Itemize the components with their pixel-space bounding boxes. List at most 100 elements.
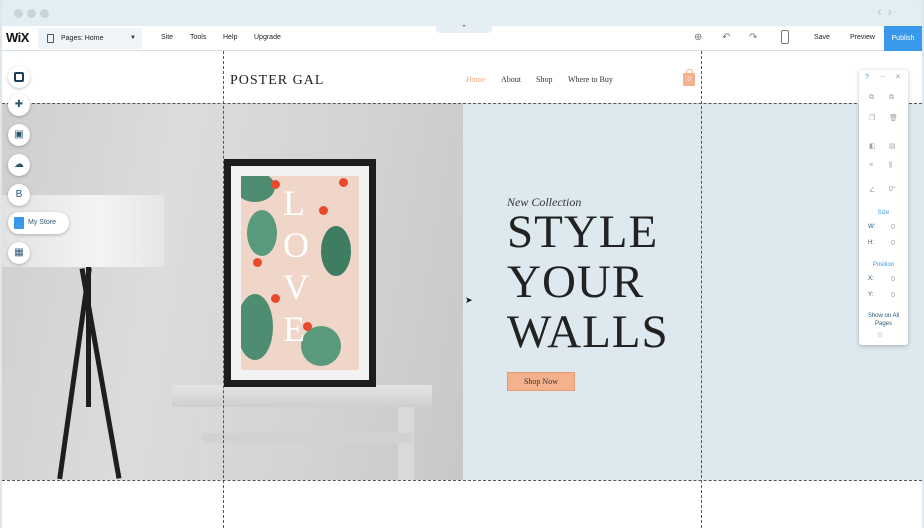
poster-letter: O (283, 225, 309, 265)
arrange-icon[interactable]: ◧ (869, 142, 876, 150)
menu-site[interactable]: Site (161, 34, 173, 41)
hero-headline-line[interactable]: STYLE (507, 207, 658, 257)
my-store-button[interactable]: My Store (8, 212, 69, 234)
paste-icon[interactable]: ⧉ (889, 94, 894, 102)
page-icon (47, 34, 54, 43)
background-button[interactable] (8, 66, 30, 88)
position-label: Position (872, 262, 895, 268)
width-label: W: (868, 224, 876, 230)
zoom-icon[interactable]: ⊕ (694, 32, 702, 43)
stool-leg (398, 407, 414, 480)
lamp-leg (86, 267, 91, 407)
stool-top (172, 385, 432, 407)
hero-headline-line[interactable]: WALLS (507, 307, 669, 357)
distribute-icon[interactable]: ⫼ (889, 162, 892, 170)
width-field[interactable]: 0 (891, 224, 895, 231)
y-label: Y: (868, 292, 874, 298)
save-button[interactable]: Save (814, 34, 830, 41)
group-icon[interactable]: ▤ (889, 142, 896, 150)
plus-icon: ✚ (14, 99, 24, 110)
help-icon[interactable]: ? (865, 74, 869, 81)
stool-bar (202, 433, 412, 443)
close-icon[interactable]: ✕ (895, 73, 901, 81)
editor-canvas[interactable]: POSTER GAL Home About Shop Where to Buy … (2, 51, 922, 528)
title-bar: ‹› (2, 0, 922, 26)
height-field[interactable]: 0 (891, 240, 895, 247)
align-icon[interactable]: ≡ (869, 162, 873, 169)
show-on-all-pages-label: Show on All Pages (867, 313, 900, 327)
cactus-flower (253, 258, 262, 267)
x-label: X: (868, 276, 874, 282)
menu-help[interactable]: Help (223, 34, 237, 41)
close-window-dot[interactable] (14, 9, 23, 18)
drag-handle-icon[interactable]: ⋯ (879, 73, 886, 81)
gift-button[interactable]: ▦ (8, 242, 30, 264)
my-store-label: My Store (28, 219, 57, 226)
layout-guide-footer[interactable] (2, 480, 922, 481)
collapse-toolbar-handle[interactable]: ⌃ (436, 25, 492, 33)
nav-arrows-icon[interactable]: ‹› (877, 4, 898, 19)
height-label: H: (868, 240, 874, 246)
poster-letter: L (283, 183, 305, 223)
rotation-value[interactable]: 0° (889, 186, 896, 193)
undo-icon[interactable]: ↶ (722, 32, 730, 43)
editor-window: ‹› WiX Pages: Home ▼ Site Tools Help Upg… (2, 0, 922, 528)
add-element-button[interactable]: ✚ (8, 94, 30, 116)
preview-button[interactable]: Preview (850, 34, 875, 41)
poster-letter: E (283, 309, 305, 349)
pages-label: Pages: Home (61, 35, 104, 42)
hero-photo[interactable]: L O V E (2, 103, 463, 480)
cactus-pad (301, 326, 341, 366)
wix-logo: WiX (6, 30, 29, 45)
minimize-window-dot[interactable] (27, 9, 36, 18)
menu-upgrade[interactable]: Upgrade (254, 34, 281, 41)
menu-tools[interactable]: Tools (190, 34, 206, 41)
x-field[interactable]: 0 (891, 276, 895, 283)
mobile-view-icon[interactable] (781, 30, 789, 44)
site-nav-home[interactable]: Home (466, 75, 486, 84)
cactus-pad (241, 176, 275, 202)
site-brand[interactable]: POSTER GAL (230, 73, 324, 89)
layout-guide-left[interactable] (223, 51, 224, 528)
poster-art: L O V E (241, 176, 359, 370)
stool-leg (198, 407, 214, 480)
maximize-window-dot[interactable] (40, 9, 49, 18)
store-icon: ▣ (14, 129, 24, 140)
inspector-panel: ? ⋯ ✕ ⧉ ⧉ ❐ 🗑 ◧ ▤ ≡ ⫼ ∠ 0° Size W: 0 H: … (859, 70, 908, 345)
site-nav-about[interactable]: About (501, 75, 521, 84)
cactus-flower (271, 180, 280, 189)
poster-mat: L O V E (231, 166, 369, 380)
redo-icon[interactable]: ↷ (749, 32, 757, 43)
shopping-bag-icon (14, 217, 24, 229)
upload-cloud-icon: ☁ (14, 159, 24, 170)
cactus-flower (271, 294, 280, 303)
cart-bag-icon[interactable]: 0 (683, 69, 695, 86)
layout-guide-right[interactable] (701, 51, 702, 528)
app-market-button[interactable]: ▣ (8, 124, 30, 146)
poster-frame: L O V E (224, 159, 376, 387)
y-field[interactable]: 0 (891, 292, 895, 299)
show-on-all-pages-toggle[interactable]: ⊝ (877, 331, 883, 339)
shop-now-button[interactable]: Shop Now (507, 372, 575, 391)
hero-strip[interactable]: L O V E New Collection STYLE YOUR WALLS … (2, 103, 922, 480)
blog-button[interactable]: B (8, 184, 30, 206)
duplicate-icon[interactable]: ❐ (869, 114, 875, 122)
rotate-icon[interactable]: ∠ (869, 186, 875, 194)
copy-icon[interactable]: ⧉ (869, 94, 874, 102)
site-nav-where-to-buy[interactable]: Where to Buy (568, 75, 613, 84)
layout-guide-header[interactable] (2, 103, 922, 104)
media-upload-button[interactable]: ☁ (8, 154, 30, 176)
size-label: Size (877, 210, 890, 216)
square-icon (14, 72, 24, 82)
poster-letter: V (283, 267, 309, 307)
chevron-down-icon: ▼ (130, 35, 136, 41)
pages-dropdown[interactable]: Pages: Home ▼ (38, 28, 142, 49)
site-nav-shop[interactable]: Shop (536, 75, 552, 84)
gift-icon: ▦ (14, 247, 24, 258)
cactus-flower (319, 206, 328, 215)
trash-icon[interactable]: 🗑 (889, 114, 898, 122)
hero-headline-line[interactable]: YOUR (507, 257, 644, 307)
cactus-pad (247, 210, 277, 256)
publish-button[interactable]: Publish (884, 26, 922, 51)
mouse-cursor-icon: ➤ (465, 295, 473, 305)
